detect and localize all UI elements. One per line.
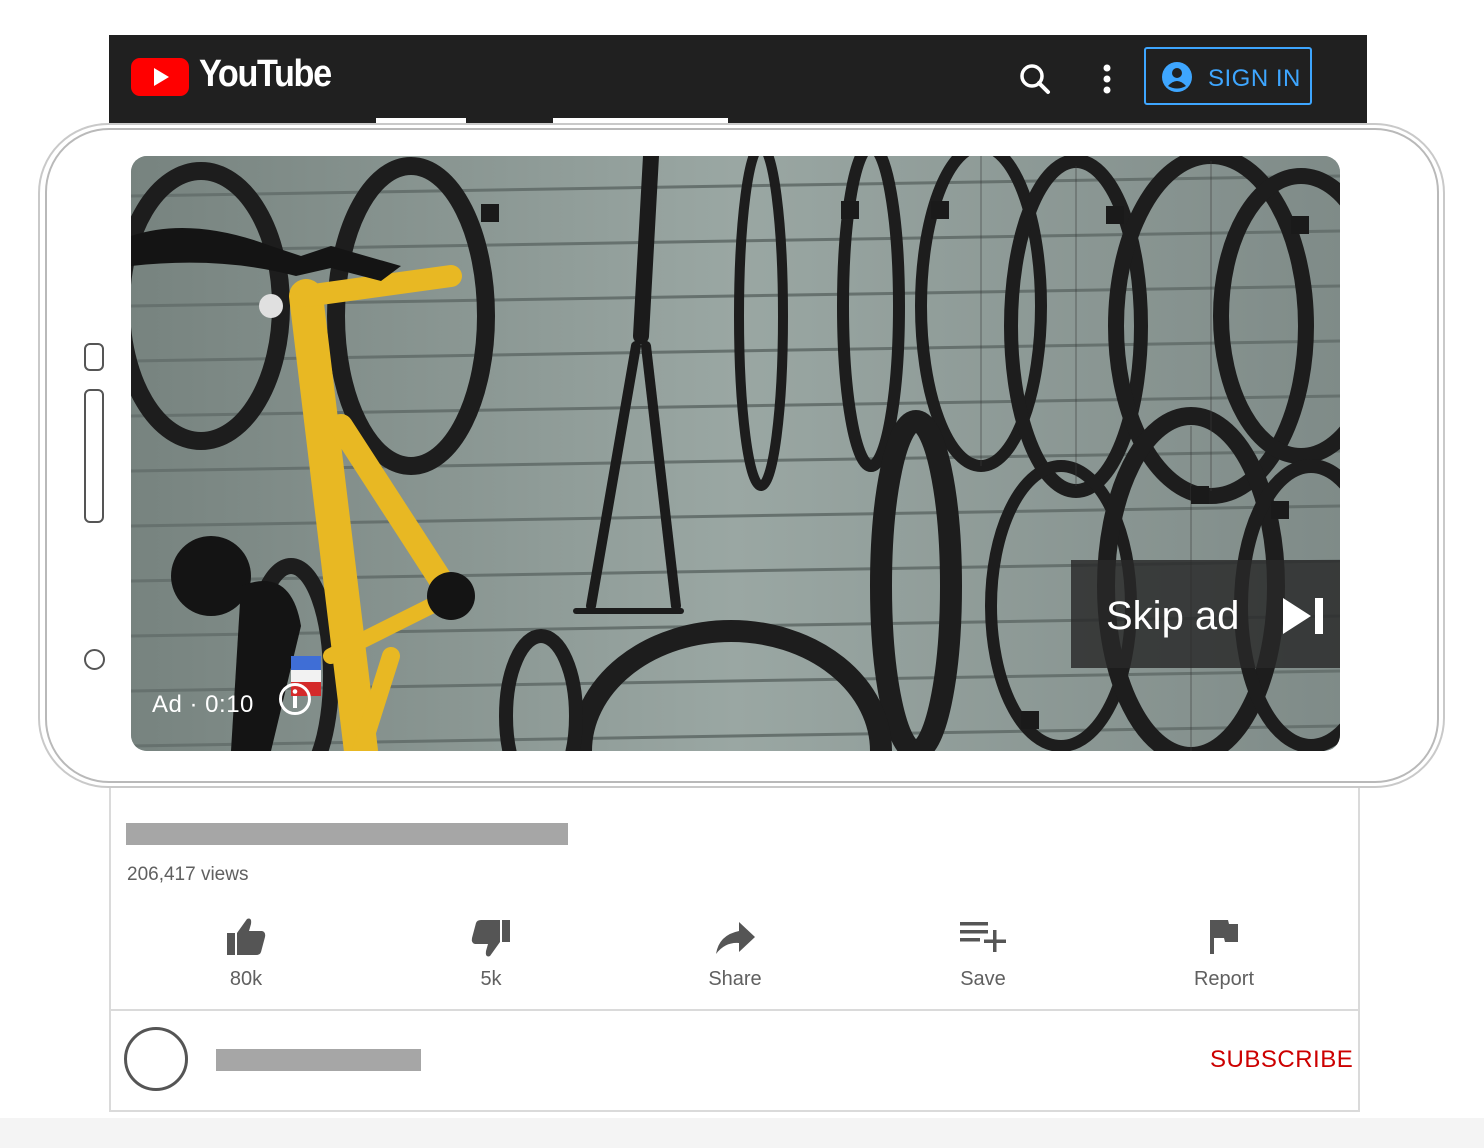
share-button[interactable]: Share — [675, 914, 795, 994]
dislike-button[interactable]: 5k — [431, 914, 551, 994]
report-label: Report — [1193, 968, 1255, 990]
skip-ad-button[interactable]: Skip ad — [1071, 560, 1340, 668]
like-count: 80k — [229, 968, 263, 990]
youtube-header: YouTube SIGN IN — [109, 35, 1367, 123]
search-icon[interactable] — [1017, 61, 1053, 97]
youtube-play-icon[interactable] — [131, 58, 189, 96]
ad-info-icon[interactable] — [278, 682, 312, 716]
phone-speaker-slot — [84, 389, 104, 523]
playlist-add-icon — [960, 922, 1006, 952]
ad-countdown: Ad · 0:10 — [152, 691, 254, 718]
page-bottom-band — [0, 1118, 1484, 1148]
thumb-up-icon — [227, 918, 266, 955]
video-title-placeholder — [126, 823, 568, 845]
phone-camera-slot — [84, 343, 104, 371]
video-player[interactable]: Ad · 0:10 Skip ad — [131, 156, 1340, 751]
subscribe-button[interactable]: SUBSCRIBE — [1210, 1046, 1353, 1074]
channel-avatar[interactable] — [124, 1027, 188, 1091]
skip-next-icon — [1283, 598, 1323, 634]
dislike-count: 5k — [480, 968, 502, 990]
save-button[interactable]: Save — [923, 914, 1043, 994]
sign-in-button[interactable]: SIGN IN — [1144, 47, 1312, 105]
save-label: Save — [960, 968, 1006, 990]
youtube-logo-text[interactable]: YouTube — [199, 53, 332, 96]
skip-ad-label: Skip ad — [1106, 594, 1240, 638]
flag-icon — [1210, 920, 1238, 954]
account-circle-icon — [1162, 62, 1192, 92]
like-button[interactable]: 80k — [186, 914, 306, 994]
section-divider — [109, 1009, 1360, 1011]
share-icon — [716, 922, 755, 954]
thumb-down-icon — [471, 920, 510, 957]
view-count: 206,417 views — [127, 864, 249, 885]
channel-name-placeholder — [216, 1049, 421, 1071]
report-button[interactable]: Report — [1164, 914, 1284, 994]
more-vert-icon[interactable] — [1097, 61, 1117, 97]
share-label: Share — [708, 968, 762, 990]
phone-home-dot — [84, 649, 105, 670]
sign-in-label: SIGN IN — [1208, 65, 1301, 92]
